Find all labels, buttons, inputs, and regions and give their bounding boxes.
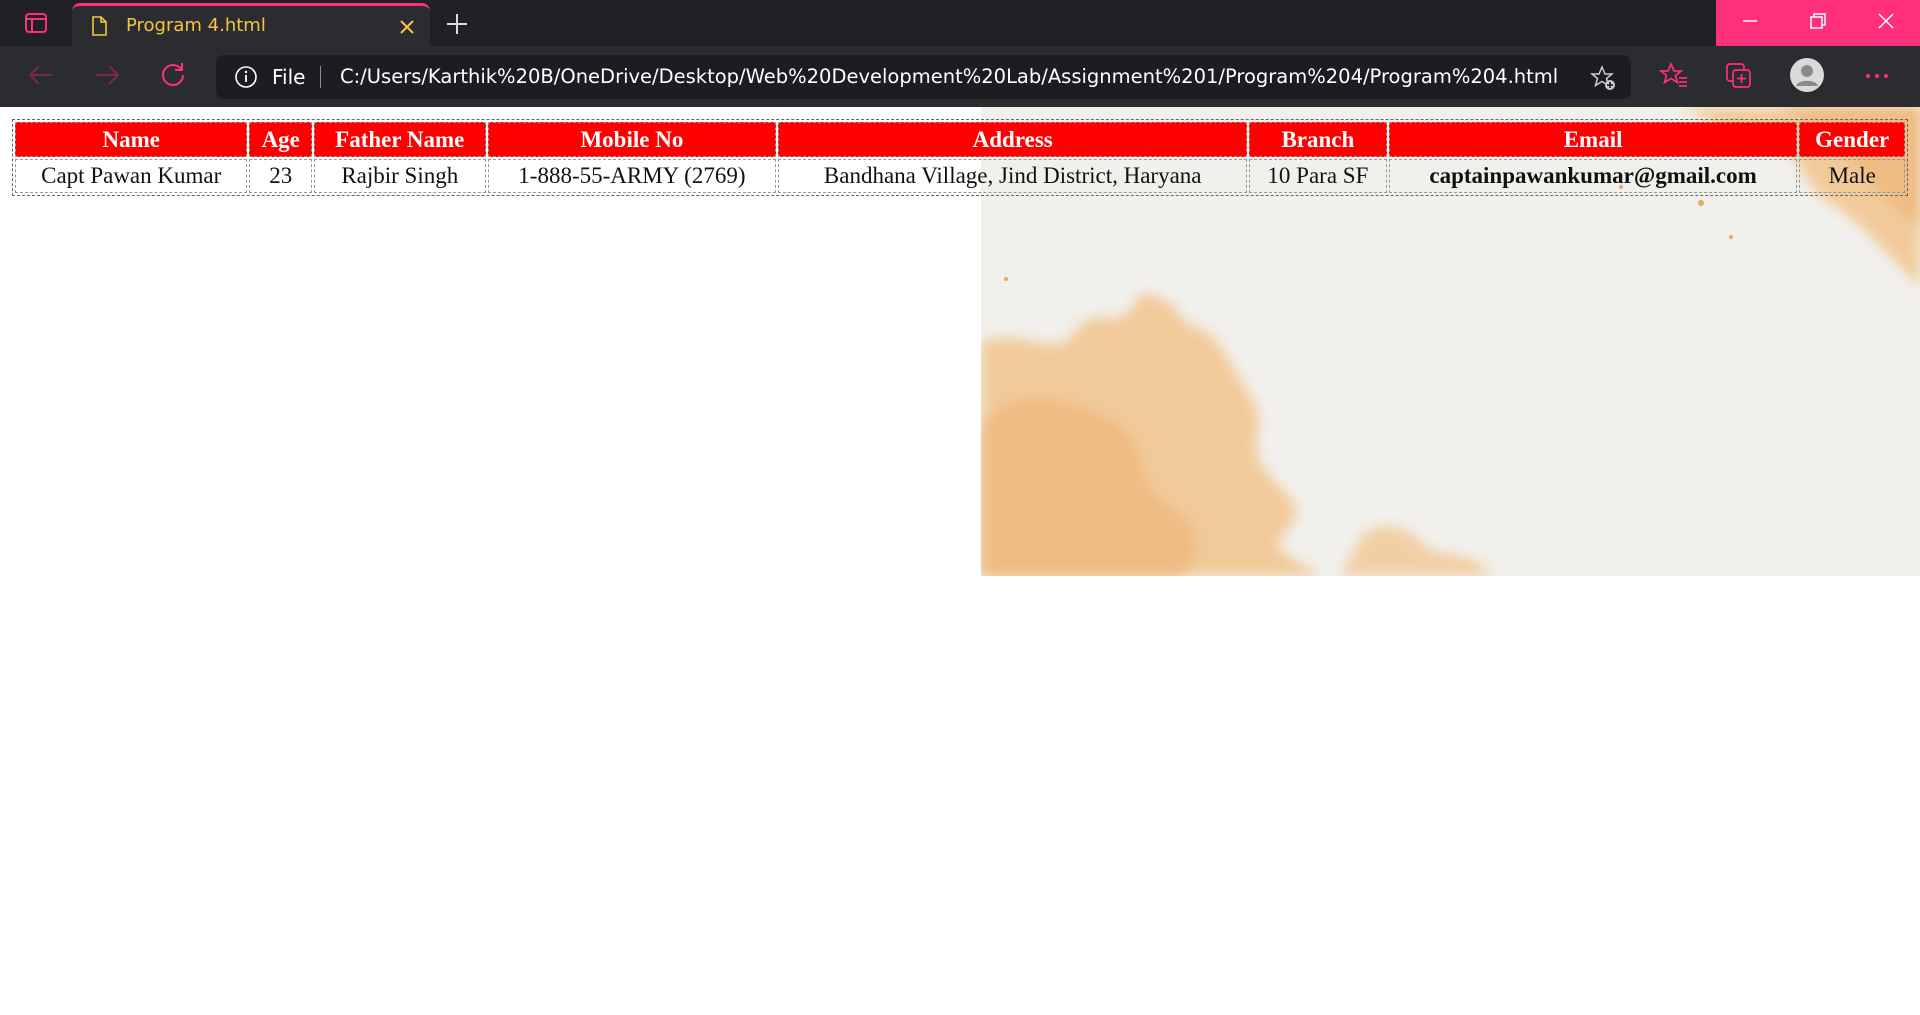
minimize-icon — [1741, 12, 1759, 35]
url-text[interactable]: C:/Users/Karthik%20B/OneDrive/Desktop/We… — [340, 65, 1558, 88]
header-name: Name — [15, 122, 248, 157]
arrow-right-icon — [93, 63, 121, 92]
arrow-left-icon — [27, 63, 55, 92]
tab-title: Program 4.html — [126, 15, 266, 36]
more-button[interactable] — [1858, 58, 1896, 96]
header-age: Age — [249, 122, 313, 157]
header-mobile-no: Mobile No — [487, 122, 777, 157]
header-father-name: Father Name — [314, 122, 486, 157]
profile-button[interactable] — [1788, 57, 1826, 98]
browser-toolbar: File C:/Users/Karthik%20B/OneDrive/Deskt… — [0, 46, 1920, 107]
more-icon — [1863, 68, 1891, 86]
title-bar: Program 4.html — [0, 0, 1920, 46]
tab-actions-icon[interactable] — [16, 8, 56, 38]
page-viewport: Name Age Father Name Mobile No Address B… — [0, 107, 1920, 1015]
close-icon[interactable] — [396, 16, 418, 38]
table-header-row: Name Age Father Name Mobile No Address B… — [15, 122, 1905, 157]
forward-button[interactable] — [90, 60, 124, 94]
header-gender: Gender — [1799, 122, 1905, 157]
collections-icon — [1724, 61, 1754, 94]
favorites-icon — [1658, 61, 1689, 94]
favorites-button[interactable] — [1655, 58, 1693, 96]
plus-icon[interactable] — [442, 10, 472, 38]
cell-branch: 10 Para SF — [1249, 159, 1387, 193]
cell-name: Capt Pawan Kumar — [15, 159, 248, 193]
restore-button[interactable] — [1784, 0, 1852, 46]
url-scheme-label: File — [272, 65, 306, 89]
info-icon[interactable] — [234, 65, 258, 89]
cell-mobile-no: 1-888-55-ARMY (2769) — [487, 159, 777, 193]
collections-button[interactable] — [1720, 58, 1758, 96]
table-row: Capt Pawan Kumar 23 Rajbir Singh 1-888-5… — [15, 159, 1905, 193]
browser-tab[interactable]: Program 4.html — [72, 3, 430, 46]
address-bar[interactable]: File C:/Users/Karthik%20B/OneDrive/Deskt… — [216, 55, 1631, 99]
reload-icon — [159, 61, 187, 94]
close-window-button[interactable] — [1852, 0, 1920, 46]
header-email: Email — [1388, 122, 1798, 157]
back-button[interactable] — [24, 60, 58, 94]
minimize-button[interactable] — [1716, 0, 1784, 46]
header-branch: Branch — [1249, 122, 1387, 157]
page-icon — [88, 15, 110, 37]
cell-address: Bandhana Village, Jind District, Haryana — [778, 159, 1248, 193]
address-separator — [320, 66, 321, 88]
header-address: Address — [778, 122, 1248, 157]
personal-info-table: Name Age Father Name Mobile No Address B… — [12, 119, 1908, 196]
cell-father-name: Rajbir Singh — [314, 159, 486, 193]
cell-gender: Male — [1799, 159, 1905, 193]
close-icon — [1877, 12, 1895, 35]
restore-icon — [1809, 12, 1827, 35]
reload-button[interactable] — [156, 60, 190, 94]
cell-age: 23 — [249, 159, 313, 193]
avatar-icon — [1789, 57, 1825, 98]
cell-email: captainpawankumar@gmail.com — [1388, 159, 1798, 193]
star-plus-icon[interactable] — [1589, 64, 1617, 92]
